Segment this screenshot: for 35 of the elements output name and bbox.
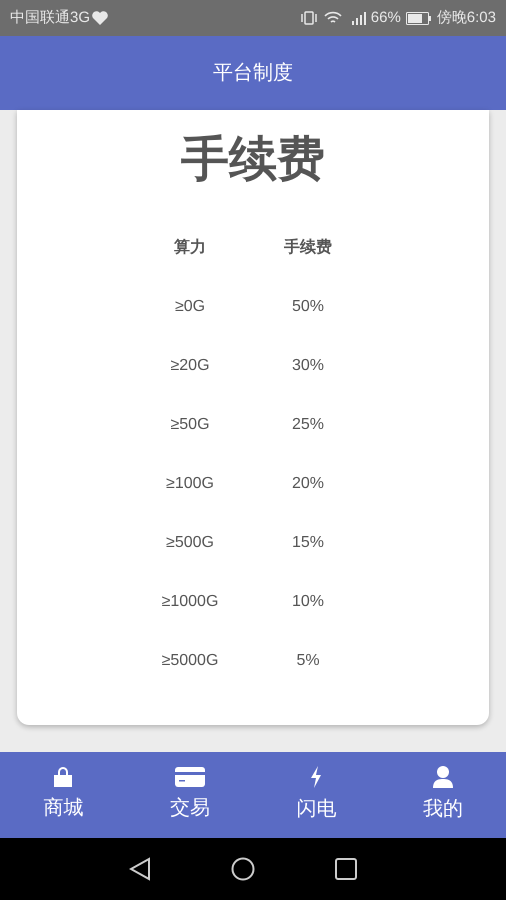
home-icon[interactable] xyxy=(231,857,255,881)
nav-tab[interactable]: 商城 xyxy=(0,752,126,838)
nav-tab[interactable]: 交易 xyxy=(126,752,253,838)
table-cell-text: ≥1000G xyxy=(162,592,218,612)
table-cell-text: ≥20G xyxy=(170,356,210,376)
card-title: 手续费 xyxy=(181,132,325,188)
table-cell-text: 10% xyxy=(292,592,324,612)
battery-icon xyxy=(406,12,432,24)
table-cell-text: 30% xyxy=(292,356,324,376)
clock-time: 傍晚6:03 xyxy=(436,8,496,28)
column-header: 手续费 xyxy=(284,237,332,258)
table-cell-text: 20% xyxy=(292,474,324,494)
table-cell-text: ≥100G xyxy=(166,474,214,494)
lightning-icon xyxy=(310,766,322,788)
heart-icon xyxy=(92,11,108,25)
table-cell-text: 25% xyxy=(292,414,324,434)
credit-card-icon xyxy=(174,767,205,787)
table-cell-text: ≥0G xyxy=(174,296,206,316)
back-icon[interactable] xyxy=(129,857,151,881)
table-cell-text: 5% xyxy=(296,650,320,670)
recents-icon[interactable] xyxy=(335,858,357,880)
table-cell-text: ≥50G xyxy=(170,414,210,434)
nav-tab[interactable]: 闪电 xyxy=(253,752,380,838)
wifi-icon xyxy=(324,11,342,25)
table-cell-text: ≥5000G xyxy=(162,650,218,670)
table-cell-text: 15% xyxy=(292,532,324,552)
column-header: 算力 xyxy=(174,238,206,258)
table-cell-text: ≥500G xyxy=(166,532,214,552)
table-cell-text: 50% xyxy=(292,296,324,316)
page-title: 平台制度 xyxy=(213,61,293,86)
carrier-name: 中国联通3G xyxy=(10,8,90,28)
vibrate-icon xyxy=(300,11,318,25)
nav-tab[interactable]: 我的 xyxy=(380,752,506,838)
user-icon xyxy=(432,766,453,788)
battery-percent: 66% xyxy=(370,8,401,28)
